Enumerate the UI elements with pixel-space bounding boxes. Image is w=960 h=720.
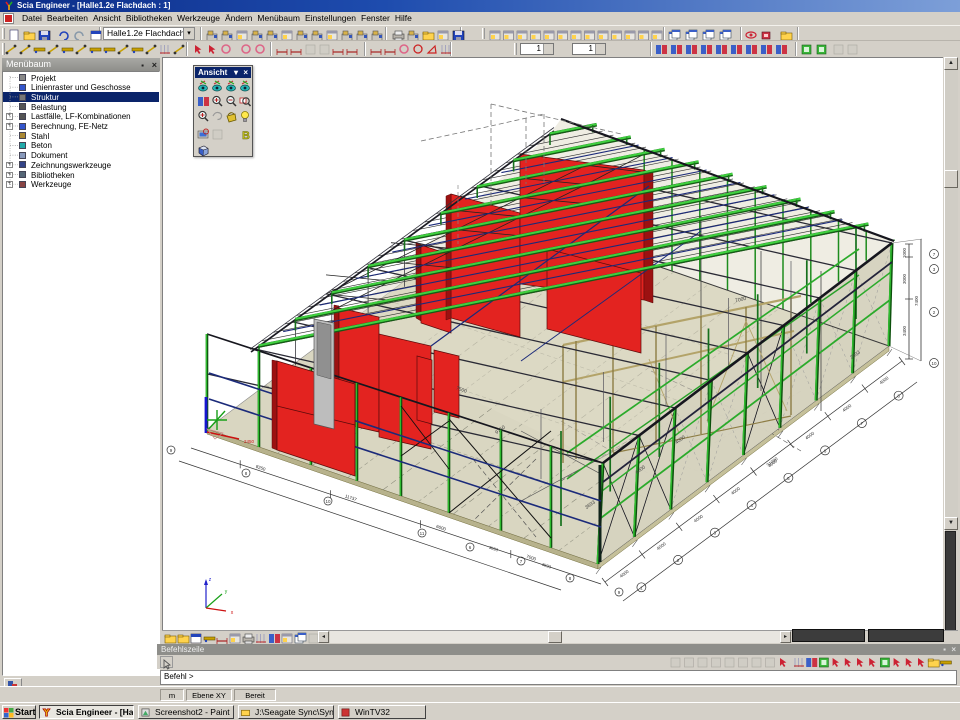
svg-text:2: 2	[933, 310, 936, 315]
svg-text:z: z	[209, 577, 212, 583]
svg-text:4000: 4000	[656, 541, 667, 551]
svg-text:4000: 4000	[693, 513, 704, 523]
svg-text:9: 9	[170, 448, 173, 453]
svg-text:3400: 3400	[902, 325, 907, 336]
svg-text:3693: 3693	[488, 545, 499, 553]
svg-text:3693: 3693	[541, 562, 552, 570]
svg-text:7: 7	[933, 252, 936, 257]
svg-text:8: 8	[569, 576, 572, 581]
svg-text:3: 3	[933, 267, 936, 272]
svg-text:x: x	[231, 610, 234, 616]
svg-text:4000: 4000	[619, 569, 630, 579]
svg-text:1000: 1000	[902, 247, 907, 258]
svg-text:2450: 2450	[244, 439, 255, 444]
svg-text:y: y	[225, 589, 228, 595]
svg-text:B: B	[242, 130, 250, 142]
svg-text:4000: 4000	[730, 486, 741, 496]
svg-text:10: 10	[931, 361, 937, 366]
svg-text:4000: 4000	[804, 430, 815, 440]
svg-text:8250: 8250	[255, 464, 267, 472]
svg-text:4000: 4000	[878, 375, 889, 385]
svg-text:9: 9	[618, 590, 621, 595]
svg-text:8: 8	[245, 471, 248, 476]
svg-text:7400: 7400	[914, 295, 919, 306]
svg-text:11: 11	[420, 531, 425, 536]
svg-text:7: 7	[520, 559, 523, 564]
svg-text:10: 10	[325, 499, 331, 504]
svg-text:3000: 3000	[902, 273, 907, 284]
svg-text:6: 6	[469, 545, 472, 550]
svg-text:4000: 4000	[841, 403, 852, 413]
